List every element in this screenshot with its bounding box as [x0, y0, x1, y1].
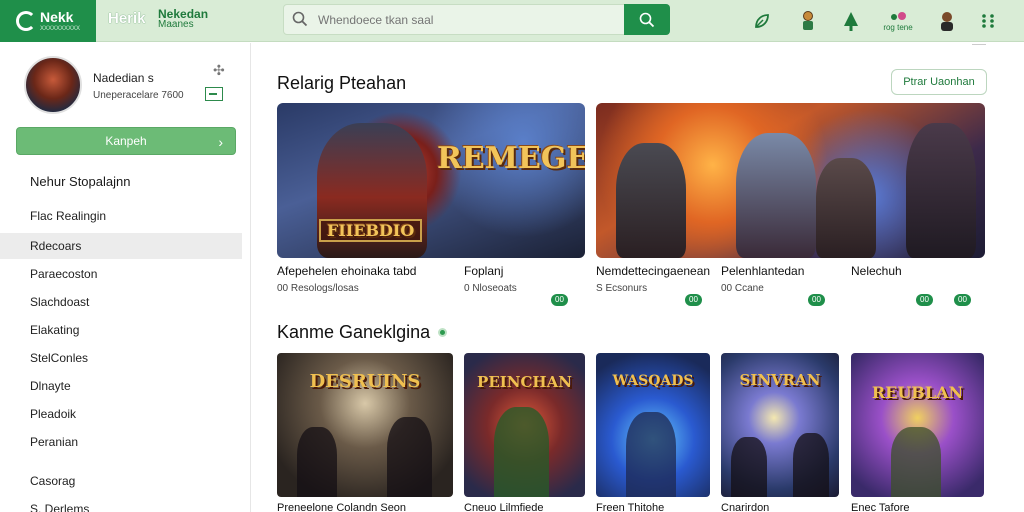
- leaf-icon: [755, 14, 769, 28]
- status-dot-icon: [438, 328, 447, 337]
- game-card-title[interactable]: Preneelone Colandn Seon: [277, 502, 406, 512]
- sidebar-item[interactable]: Paraecoston: [0, 261, 242, 287]
- search-box: [283, 4, 670, 35]
- avatar-icon: [941, 12, 953, 31]
- brand-name: Herik: [108, 10, 146, 27]
- logo-subtext: ХХХХХХХХХХ: [40, 26, 81, 32]
- game-card[interactable]: SINVRAN: [721, 353, 839, 497]
- sidebar-heading: Nehur Stopalajnn: [30, 174, 131, 189]
- game-card[interactable]: REUBLAN: [851, 353, 984, 497]
- sidebar-item-active[interactable]: Rdecoars: [0, 233, 242, 259]
- game-card-artwork: [793, 433, 829, 497]
- card-title[interactable]: Foplanj: [464, 264, 503, 278]
- top-bar: Nekk ХХХХХХХХХХ Herik Nekedan Maanes Whe…: [0, 0, 1024, 42]
- logo-text: Nekk: [40, 9, 74, 25]
- app-logo[interactable]: Nekk ХХХХХХХХХХ: [0, 0, 96, 42]
- sidebar-item[interactable]: Flac Realingin: [0, 203, 242, 229]
- game-card-artwork: [297, 427, 337, 497]
- sidebar-item[interactable]: Slachdoast: [0, 289, 242, 315]
- card-icon[interactable]: [205, 87, 223, 101]
- featured-card[interactable]: REMEGEAN FIIEBDIO: [277, 103, 585, 258]
- notifications-icon: [891, 12, 906, 20]
- section-title: Relarig Pteahan: [277, 73, 407, 93]
- grid-menu-icon: [982, 14, 994, 28]
- game-card[interactable]: WASQADS: [596, 353, 710, 497]
- profile-name: Nadedian s: [93, 71, 154, 85]
- featured-card-artwork: [616, 143, 686, 258]
- filter-button[interactable]: Ptrar Uaonhan: [891, 69, 987, 95]
- game-card-artwork: [626, 412, 676, 497]
- game-card-title[interactable]: Cnarirdon: [721, 502, 769, 512]
- notifications-caption: rog tene: [883, 23, 913, 32]
- card-badge: 00: [808, 294, 825, 306]
- card-title[interactable]: Nemdettecingaenean: [596, 264, 710, 278]
- featured-card[interactable]: [596, 103, 985, 258]
- sidebar-primary-button[interactable]: Kanpeh ›: [16, 127, 236, 155]
- featured-card-art-title: REMEGEAN: [437, 141, 585, 176]
- game-card-art-title: PEINCHAN: [477, 373, 572, 391]
- avatar[interactable]: [24, 56, 82, 114]
- brand-subtitle: Nekedan Maanes: [158, 8, 208, 30]
- card-meta: 00 Resologs/losas: [277, 283, 359, 294]
- search-icon: [639, 12, 655, 27]
- profile-meta: Uneperacelare 7600: [93, 90, 184, 101]
- game-card-title[interactable]: Cneuo Lilmfiede: [464, 502, 544, 512]
- game-card-artwork: [731, 437, 767, 497]
- featured-card-artwork: [906, 123, 976, 258]
- card-title[interactable]: Afepehelen ehoinaka tabd: [277, 264, 416, 278]
- featured-card-artwork: [816, 158, 876, 258]
- game-card-art-title: SINVRAN: [739, 371, 821, 389]
- search-input[interactable]: [318, 10, 618, 30]
- card-badge: 00: [954, 294, 971, 306]
- profile-avatar-button[interactable]: [932, 6, 962, 36]
- card-badge: 00: [685, 294, 702, 306]
- tree-icon: [844, 12, 858, 31]
- search-icon: [292, 11, 308, 27]
- grid-menu-button[interactable]: [973, 6, 1003, 36]
- brand-subtitle-line2: Maanes: [158, 19, 194, 30]
- character-icon: [803, 11, 813, 30]
- featured-card-art-subtitle: FIIEBDIO: [319, 219, 423, 242]
- sidebar-item[interactable]: StelConles: [0, 345, 242, 371]
- search-button[interactable]: [624, 4, 670, 35]
- game-card-artwork: [387, 417, 432, 497]
- character-button[interactable]: [793, 6, 823, 36]
- card-meta: 0 Nloseoats: [464, 283, 517, 294]
- card-title[interactable]: Pelenhlantedan: [721, 264, 804, 278]
- game-card-title[interactable]: Enec Tafore: [851, 502, 910, 512]
- sidebar: Nadedian s Uneperacelare 7600 ✣ Kanpeh ›…: [0, 43, 251, 512]
- tree-button[interactable]: [836, 6, 866, 36]
- game-card-artwork: [891, 427, 941, 497]
- leaf-button[interactable]: [747, 6, 777, 36]
- sidebar-footer-item[interactable]: S. Derlems: [0, 496, 242, 512]
- game-card-artwork: [494, 407, 549, 497]
- game-card-art-title: WASQADS: [612, 373, 694, 389]
- sidebar-item[interactable]: Elakating: [0, 317, 242, 343]
- sidebar-item[interactable]: Pleadoik: [0, 401, 242, 427]
- card-meta: 00 Ccane: [721, 283, 764, 294]
- logo-mark-icon: [16, 11, 36, 31]
- section-title: Kanme Ganeklgina: [277, 322, 431, 342]
- divider: [972, 44, 986, 45]
- card-meta: S Ecsonurs: [596, 283, 648, 294]
- featured-card-artwork: [736, 133, 816, 258]
- card-badge: 00: [551, 294, 568, 306]
- card-badge: 00: [916, 294, 933, 306]
- game-card-art-title: REUBLAN: [871, 383, 964, 402]
- notifications-button[interactable]: rog tene: [883, 6, 913, 36]
- sidebar-primary-button-label: Kanpeh: [105, 134, 147, 148]
- chevron-right-icon: ›: [218, 134, 223, 150]
- game-card[interactable]: DESRUINS: [277, 353, 453, 497]
- pin-icon[interactable]: ✣: [213, 63, 227, 77]
- sidebar-footer-item[interactable]: Casorag: [0, 468, 242, 494]
- game-card-title[interactable]: Freen Thitohe: [596, 502, 664, 512]
- card-title[interactable]: Nelechuh: [851, 264, 902, 278]
- sidebar-item[interactable]: Peranian: [0, 429, 242, 455]
- game-card[interactable]: PEINCHAN: [464, 353, 585, 497]
- game-card-art-title: DESRUINS: [309, 371, 421, 392]
- sidebar-item[interactable]: Dlnayte: [0, 373, 242, 399]
